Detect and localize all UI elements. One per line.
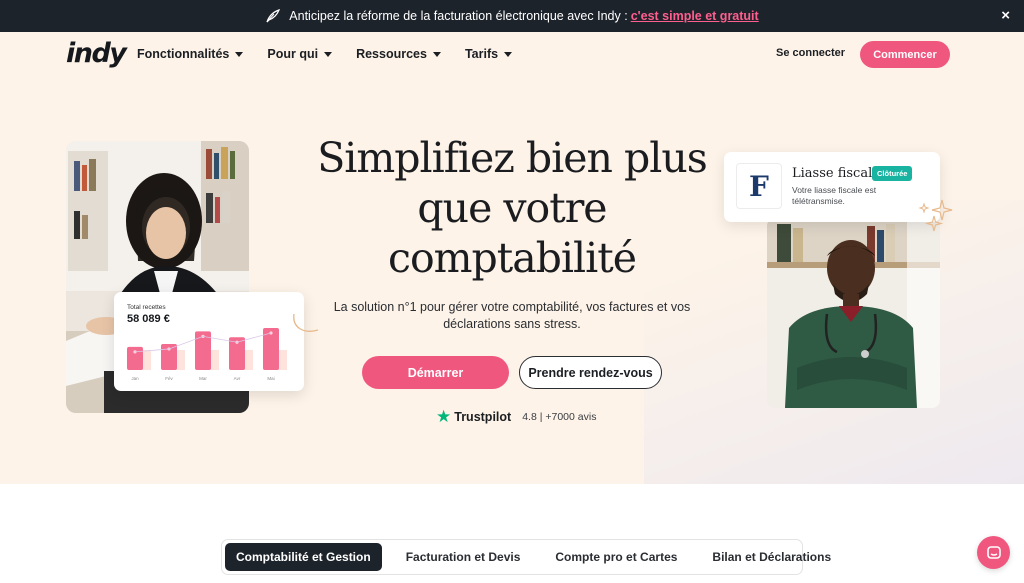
impots-logo: F bbox=[736, 163, 782, 209]
headline-line-3: comptabilité bbox=[387, 234, 637, 282]
chevron-down-icon bbox=[324, 51, 333, 57]
demarrer-button[interactable]: Démarrer bbox=[362, 356, 509, 389]
close-icon[interactable]: × bbox=[1001, 7, 1010, 24]
top-navbar: indy Fonctionnalités Pour qui Ressources… bbox=[0, 32, 1024, 76]
liasse-description: Votre liasse fiscale est télétransmise. bbox=[792, 185, 877, 206]
leaf-icon bbox=[266, 9, 281, 23]
menu-item-label: Ressources bbox=[356, 47, 427, 61]
recettes-bar-chart: Jan Fév Mar Avr Mai bbox=[127, 328, 287, 381]
chart-tick-label: Mar bbox=[199, 376, 207, 381]
chat-bubble-icon bbox=[986, 545, 1001, 559]
chevron-down-icon bbox=[235, 51, 244, 57]
chevron-down-icon bbox=[432, 51, 441, 57]
main-menu: Fonctionnalités Pour qui Ressources Tari… bbox=[137, 32, 513, 76]
doctor-photo-illustration bbox=[767, 218, 940, 408]
status-badge: Clôturée bbox=[872, 166, 913, 181]
recettes-card: Total recettes 58 089 € Jan Fév Mar Avr Mai bbox=[114, 292, 304, 391]
tab-compte-pro-cartes[interactable]: Compte pro et Cartes bbox=[544, 543, 688, 571]
headline-line-2: que votre bbox=[417, 184, 607, 232]
menu-item-pour-qui[interactable]: Pour qui bbox=[267, 47, 333, 61]
commencer-button[interactable]: Commencer bbox=[860, 41, 950, 68]
trustpilot-rating[interactable]: ★ Trustpilot 4.8 | +7000 avis bbox=[436, 407, 597, 426]
tab-comptabilite-gestion[interactable]: Comptabilité et Gestion bbox=[225, 543, 382, 571]
doctor-photo bbox=[767, 218, 940, 408]
chart-tick-label: Jan bbox=[131, 376, 139, 381]
menu-item-tarifs[interactable]: Tarifs bbox=[464, 47, 513, 61]
menu-item-ressources[interactable]: Ressources bbox=[356, 47, 441, 61]
chevron-down-icon bbox=[504, 51, 513, 57]
login-link[interactable]: Se connecter bbox=[776, 47, 845, 59]
sparkle-icon bbox=[918, 199, 953, 232]
hero-subtitle: La solution n°1 pour gérer votre comptab… bbox=[333, 300, 691, 331]
banner-text: Anticipez la réforme de la facturation é… bbox=[289, 9, 628, 23]
liasse-fiscale-card: F Liasse fiscale Clôturée Votre liasse f… bbox=[724, 152, 940, 222]
hero-headline: Simplifiez bien plus que votre comptabil… bbox=[300, 133, 724, 283]
chart-tick-label: Mai bbox=[267, 376, 274, 381]
chart-tick-label: Fév bbox=[165, 376, 173, 381]
liasse-title: Liasse fiscale bbox=[792, 166, 880, 181]
indy-logo[interactable]: indy bbox=[66, 38, 127, 69]
feature-tabs: Comptabilité et Gestion Facturation et D… bbox=[221, 539, 831, 575]
chat-icon[interactable] bbox=[977, 536, 1010, 569]
trustpilot-brand: Trustpilot bbox=[454, 410, 512, 424]
tab-facturation-devis[interactable]: Facturation et Devis bbox=[395, 543, 532, 571]
menu-item-label: Tarifs bbox=[464, 47, 499, 61]
trustpilot-score: 4.8 | +7000 avis bbox=[522, 411, 597, 423]
prendre-rendez-vous-button[interactable]: Prendre rendez-vous bbox=[519, 356, 662, 389]
star-icon: ★ bbox=[436, 407, 452, 426]
announcement-banner: Anticipez la réforme de la facturation é… bbox=[0, 0, 1024, 32]
headline-line-1: Simplifiez bien plus bbox=[317, 134, 708, 182]
menu-item-label: Pour qui bbox=[267, 47, 319, 61]
tab-bilan-declarations[interactable]: Bilan et Déclarations bbox=[701, 543, 842, 571]
banner-link[interactable]: c'est simple et gratuit bbox=[631, 9, 759, 23]
menu-item-fonctionnalites[interactable]: Fonctionnalités bbox=[137, 47, 244, 61]
menu-item-label: Fonctionnalités bbox=[137, 47, 230, 61]
chart-tick-label: Avr bbox=[234, 376, 241, 381]
